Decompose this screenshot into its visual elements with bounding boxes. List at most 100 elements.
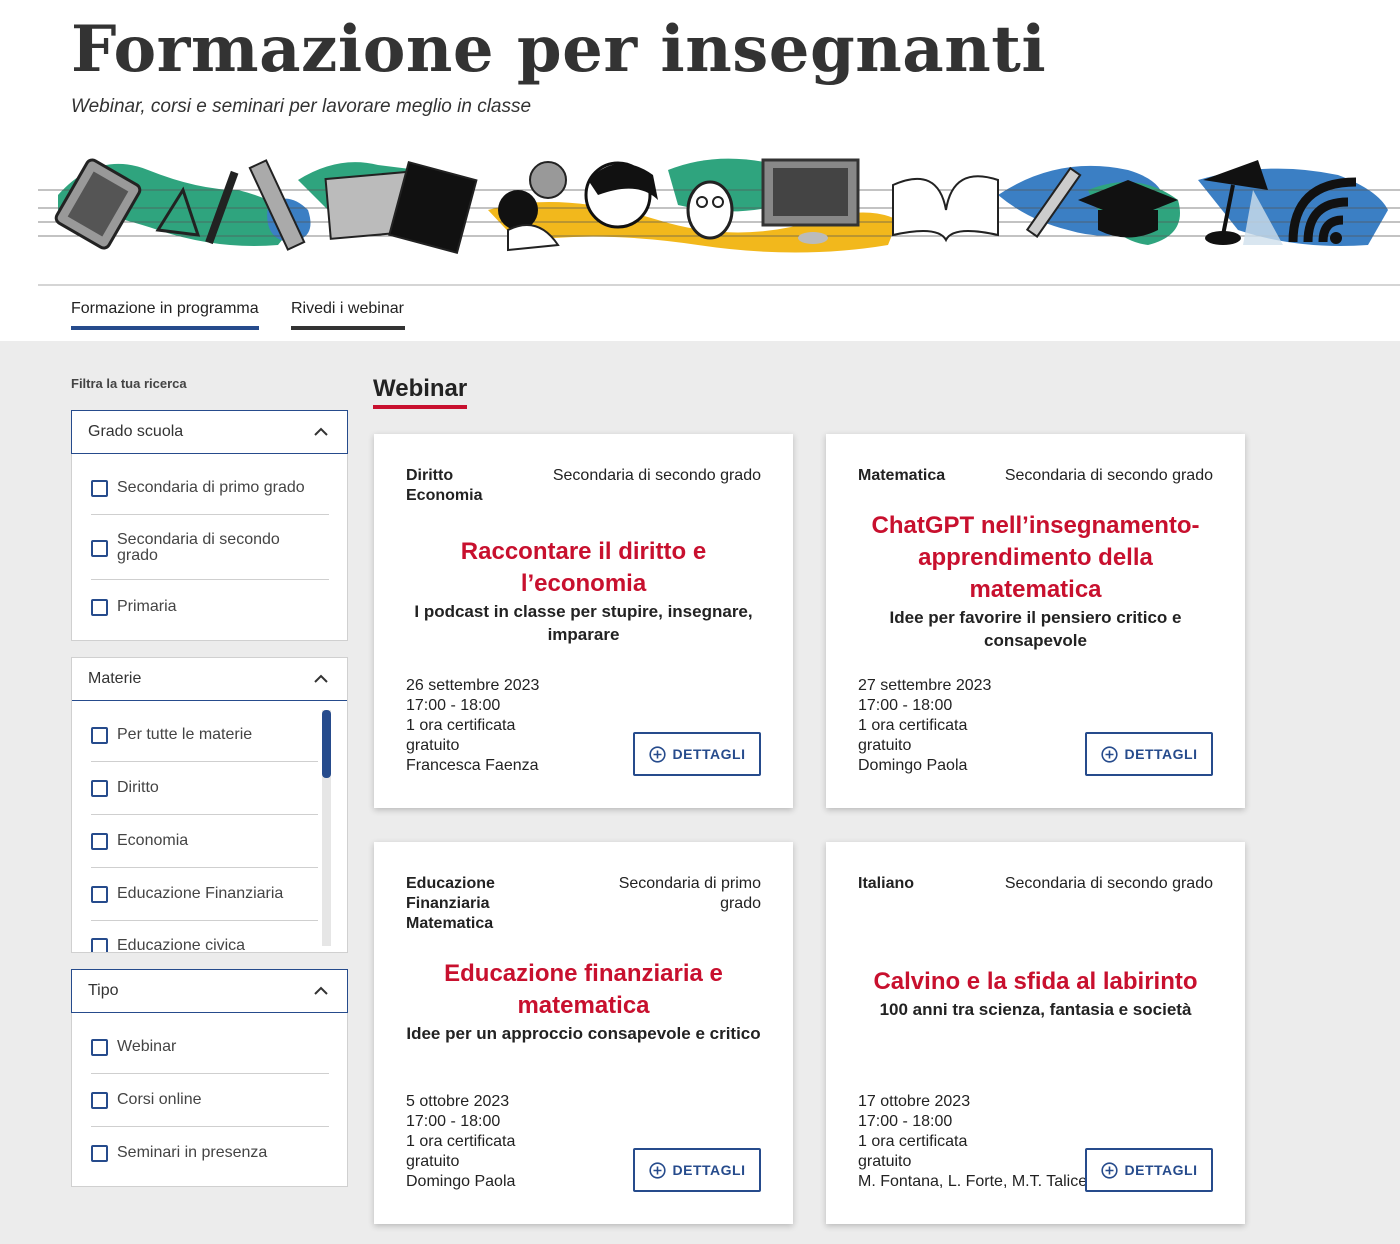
tab-rivedi-i-webinar[interactable]: Rivedi i webinar [291, 300, 405, 330]
checkbox-icon[interactable] [91, 938, 108, 952]
filter-header-grado-scuola[interactable]: Grado scuola [71, 410, 348, 454]
divider [91, 514, 329, 515]
card-subject-line: Matematica [858, 467, 946, 484]
chevron-up-icon [314, 674, 328, 683]
card-grade: Secondaria di secondo grado [1004, 875, 1213, 892]
filter-option-label: Secondaria di primo grado [117, 479, 305, 496]
filter-group-materie: Materie Per tutte le materie Diritto Eco… [71, 657, 348, 953]
checkbox-icon[interactable] [91, 1039, 108, 1056]
details-button-label: DETTAGLI [1124, 1162, 1198, 1178]
card-subtitle: I podcast in classe per stupire, insegna… [414, 602, 753, 644]
card-title[interactable]: Calvino e la sfida al labirinto [856, 966, 1215, 998]
filter-option-webinar[interactable]: Webinar [91, 1039, 329, 1056]
card-subject-line: Diritto [406, 467, 454, 484]
checkbox-icon[interactable] [91, 1092, 108, 1109]
filter-option-label: Primaria [117, 598, 177, 615]
filter-option-secondaria-secondo[interactable]: Secondaria di secondo grado [91, 532, 329, 564]
card-speaker: Domingo Paola [858, 757, 968, 774]
checkbox-icon[interactable] [91, 1145, 108, 1162]
details-button-label: DETTAGLI [672, 746, 746, 762]
filter-option-label: Educazione Finanziaria [117, 885, 284, 902]
filter-option-label: Seminari in presenza [117, 1144, 268, 1161]
card-subject-line: Educazione [406, 875, 495, 892]
card-hours: 1 ora certificata [406, 1133, 516, 1150]
card-title[interactable]: Educazione finanziaria e matematica [404, 958, 763, 1022]
details-button[interactable]: DETTAGLI [1085, 732, 1213, 776]
card-speaker: Francesca Faenza [406, 757, 539, 774]
card-grade: Secondaria di secondo grado [1004, 467, 1213, 484]
page-title: Formazione per insegnanti [71, 12, 1047, 87]
tabs-divider [38, 284, 1400, 286]
filter-option-label: Educazione civica [117, 937, 246, 953]
filter-header-tipo[interactable]: Tipo [71, 969, 348, 1013]
card-subtitle: Idee per un approccio consapevole e crit… [406, 1024, 761, 1043]
filter-header-materie[interactable]: Materie [72, 658, 347, 701]
card-time: 17:00 - 18:00 [406, 1113, 501, 1130]
webinar-card: Diritto Economia Secondaria di secondo g… [374, 434, 793, 808]
card-meta: 17 ottobre 2023 17:00 - 18:00 1 ora cert… [858, 1092, 1087, 1192]
filter-option-educazione-civica[interactable]: Educazione civica [91, 937, 329, 953]
plus-circle-icon [648, 745, 666, 763]
card-date: 27 settembre 2023 [858, 677, 992, 694]
materie-scrollbar-thumb[interactable] [322, 710, 331, 778]
webinar-card: Italiano Secondaria di secondo grado Cal… [826, 842, 1245, 1224]
card-subject: Matematica [858, 466, 1008, 486]
card-grade: Secondaria di primo grado [618, 875, 761, 912]
card-subject-line: Economia [406, 487, 483, 504]
filter-option-seminari-in-presenza[interactable]: Seminari in presenza [91, 1145, 329, 1162]
card-date: 17 ottobre 2023 [858, 1093, 971, 1110]
card-speaker: M. Fontana, L. Forte, M.T. Talice [858, 1173, 1088, 1190]
filter-group-grado-scuola: Grado scuola Secondaria di primo grado S… [71, 410, 348, 641]
card-meta: 26 settembre 2023 17:00 - 18:00 1 ora ce… [406, 676, 539, 776]
checkbox-icon[interactable] [91, 833, 108, 850]
filter-option-corsi-online[interactable]: Corsi online [91, 1092, 329, 1109]
card-subject-line: Finanziaria [406, 895, 490, 912]
card-price: gratuito [406, 1153, 460, 1170]
card-time: 17:00 - 18:00 [858, 1113, 953, 1130]
card-speaker: Domingo Paola [406, 1173, 516, 1190]
checkbox-icon[interactable] [91, 540, 108, 557]
filter-option-primaria[interactable]: Primaria [91, 599, 329, 616]
checkbox-icon[interactable] [91, 727, 108, 744]
card-date: 26 settembre 2023 [406, 677, 540, 694]
card-time: 17:00 - 18:00 [406, 697, 501, 714]
card-subtitle: 100 anni tra scienza, fantasia e società [879, 1000, 1192, 1019]
checkbox-icon[interactable] [91, 599, 108, 616]
plus-circle-icon [648, 1161, 666, 1179]
card-title[interactable]: ChatGPT nell’insegnamento-apprendimento … [856, 510, 1215, 606]
divider [91, 814, 318, 815]
divider [91, 920, 318, 921]
filter-option-secondaria-primo[interactable]: Secondaria di primo grado [91, 480, 329, 497]
filter-option-diritto[interactable]: Diritto [91, 780, 329, 797]
filter-option-label: Secondaria di secondo grado [117, 531, 280, 564]
divider [91, 761, 318, 762]
card-price: gratuito [858, 1153, 912, 1170]
card-subtitle: Idee per favorire il pensiero critico e … [889, 608, 1182, 650]
tab-formazione-in-programma[interactable]: Formazione in programma [71, 300, 259, 330]
banner-illustration [38, 158, 1400, 254]
filter-option-economia[interactable]: Economia [91, 833, 329, 850]
card-meta: 27 settembre 2023 17:00 - 18:00 1 ora ce… [858, 676, 991, 776]
chevron-up-icon [314, 427, 328, 436]
details-button[interactable]: DETTAGLI [633, 732, 761, 776]
filter-option-per-tutte-le-materie[interactable]: Per tutte le materie [91, 727, 329, 744]
filter-option-educazione-finanziaria[interactable]: Educazione Finanziaria [91, 886, 329, 903]
card-title[interactable]: Raccontare il diritto e l’economia [404, 536, 763, 600]
divider [91, 579, 329, 580]
filter-title: Materie [88, 670, 142, 687]
card-hours: 1 ora certificata [858, 717, 968, 734]
section-title: Webinar [373, 375, 468, 409]
page-header: Formazione per insegnanti Webinar, corsi… [0, 0, 1400, 341]
checkbox-icon[interactable] [91, 886, 108, 903]
checkbox-icon[interactable] [91, 480, 108, 497]
details-button[interactable]: DETTAGLI [633, 1148, 761, 1192]
divider [91, 1073, 329, 1074]
card-grade: Secondaria di secondo grado [552, 467, 761, 484]
plus-circle-icon [1100, 1161, 1118, 1179]
details-button[interactable]: DETTAGLI [1085, 1148, 1213, 1192]
card-subject: Diritto Economia [406, 466, 556, 506]
checkbox-icon[interactable] [91, 780, 108, 797]
card-date: 5 ottobre 2023 [406, 1093, 510, 1110]
card-subject-line: Italiano [858, 875, 915, 892]
card-meta: 5 ottobre 2023 17:00 - 18:00 1 ora certi… [406, 1092, 515, 1192]
